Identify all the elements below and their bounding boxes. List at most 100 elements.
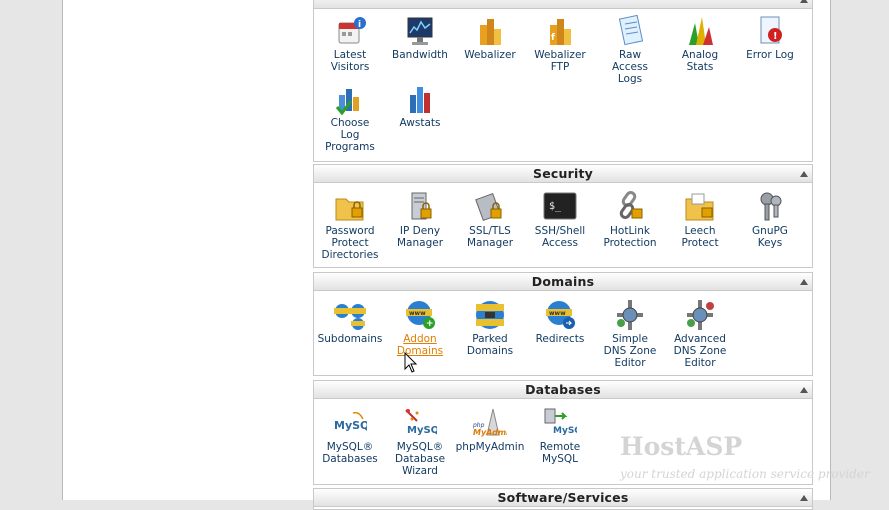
simple-dns-zone-editor-link[interactable]: Simple DNS Zone Editor: [595, 299, 665, 369]
hotlink-chain-icon: [619, 191, 643, 219]
watermark-brand: HostASP: [620, 432, 743, 461]
panel-title: Software/Services: [497, 490, 629, 505]
item-label: SSL/TLS Manager: [466, 225, 514, 249]
item-label: MySQL® Databases: [322, 441, 378, 465]
parked-domains-www-icon: [476, 301, 504, 329]
collapse-arrow-icon[interactable]: [800, 171, 808, 177]
latest-visitors-link[interactable]: i Latest Visitors: [315, 15, 385, 73]
raw-access-logs-icon: [618, 15, 644, 46]
awstats-link[interactable]: Awstats: [385, 83, 455, 129]
svg-text:MyAdmin: MyAdmin: [473, 428, 507, 437]
svg-text:+: +: [426, 319, 434, 329]
watermark-tagline: your trusted application service provide…: [620, 467, 870, 481]
item-label: Redirects: [535, 333, 585, 345]
collapse-arrow-icon[interactable]: [800, 279, 808, 285]
item-label: Raw Access Logs: [612, 49, 648, 85]
ssl-tls-icon: [475, 192, 502, 222]
item-label: Leech Protect: [681, 225, 719, 249]
ssh-shell-access-link[interactable]: $_ SSH/Shell Access: [525, 191, 595, 249]
svg-text:!: !: [773, 31, 778, 42]
item-label: Simple DNS Zone Editor: [603, 333, 657, 369]
svg-text:$_: $_: [549, 201, 562, 212]
parked-domains-link[interactable]: Parked Domains: [455, 299, 525, 357]
svg-text:www: www: [549, 310, 566, 317]
item-label: SSH/Shell Access: [534, 225, 586, 249]
collapse-arrow-icon[interactable]: [800, 0, 808, 3]
svg-text:i: i: [358, 20, 361, 30]
svg-text:MySQL: MySQL: [553, 426, 577, 436]
awstats-icon: [410, 87, 430, 113]
webalizer-ftp-icon: f: [550, 19, 571, 45]
item-label: Remote MySQL: [539, 441, 581, 465]
item-label: Password Protect Directories: [321, 225, 379, 261]
phpmyadmin-link[interactable]: php MyAdmin phpMyAdmin: [455, 407, 525, 453]
advanced-dns-zone-editor-link[interactable]: Advanced DNS Zone Editor: [665, 299, 735, 369]
error-log-link[interactable]: ! Error Log: [735, 15, 805, 61]
gnupg-keys-link[interactable]: GnuPG Keys: [735, 191, 805, 249]
remote-mysql-icon: MySQL: [544, 408, 577, 436]
item-label: Advanced DNS Zone Editor: [673, 333, 727, 369]
subdomains-link[interactable]: Subdomains: [315, 299, 385, 345]
svg-text:www: www: [409, 310, 426, 317]
ssl-tls-manager-link[interactable]: SSL/TLS Manager: [455, 191, 525, 249]
simple-dns-icon: [617, 300, 643, 330]
addon-domains-link[interactable]: www + Addon Domains: [385, 299, 455, 357]
webalizer-link[interactable]: Webalizer: [455, 15, 525, 61]
mysql-icon: MySQL: [334, 411, 367, 432]
webalizer-icon: [480, 19, 501, 45]
bandwidth-link[interactable]: Bandwidth: [385, 15, 455, 61]
collapse-arrow-icon[interactable]: [800, 495, 808, 501]
redirects-link[interactable]: www Redirects: [525, 299, 595, 345]
software-services-panel-header[interactable]: Software/Services: [314, 489, 812, 507]
item-label: Parked Domains: [466, 333, 514, 357]
panel-title: Domains: [531, 274, 595, 289]
logs-panel: i Latest Visitors Bandwidth Webalizer f …: [313, 0, 813, 162]
domains-panel-header[interactable]: Domains: [314, 273, 812, 291]
svg-text:MySQL: MySQL: [334, 419, 367, 432]
panel-title: Databases: [525, 382, 601, 397]
databases-panel-header[interactable]: Databases: [314, 381, 812, 399]
password-folder-icon: [335, 198, 364, 221]
item-label: Latest Visitors: [330, 49, 370, 73]
panel-title: Security: [533, 166, 593, 181]
item-label: Choose Log Programs: [325, 117, 375, 153]
svg-text:MySQL: MySQL: [407, 425, 437, 436]
analog-stats-icon: [689, 17, 713, 45]
mysql-databases-link[interactable]: MySQL MySQL® Databases: [315, 407, 385, 465]
ip-deny-manager-link[interactable]: IP Deny Manager: [385, 191, 455, 249]
remote-mysql-link[interactable]: MySQL Remote MySQL: [525, 407, 595, 465]
webalizer-ftp-link[interactable]: f Webalizer FTP: [525, 15, 595, 73]
addon-domains-www-icon: www +: [406, 301, 435, 329]
logs-panel-header: [314, 0, 812, 9]
ssh-terminal-icon: $_: [543, 192, 577, 220]
item-label: Subdomains: [317, 333, 383, 345]
item-label: Webalizer FTP: [534, 49, 586, 73]
item-label: MySQL® Database Wizard: [394, 441, 446, 477]
mouse-cursor-icon: [404, 352, 418, 373]
item-label: IP Deny Manager: [396, 225, 444, 249]
phpmyadmin-icon: php MyAdmin: [473, 408, 507, 437]
item-label: HotLink Protection: [603, 225, 657, 249]
item-label: Webalizer: [464, 49, 516, 61]
choose-log-programs-link[interactable]: Choose Log Programs: [315, 83, 385, 153]
leech-protect-link[interactable]: Leech Protect: [665, 191, 735, 249]
redirects-www-icon: www: [546, 301, 575, 329]
collapse-arrow-icon[interactable]: [800, 387, 808, 393]
choose-log-programs-icon: [335, 89, 359, 115]
leech-folder-icon: [685, 193, 714, 221]
mysql-database-wizard-link[interactable]: MySQL MySQL® Database Wizard: [385, 407, 455, 477]
item-label: GnuPG Keys: [752, 225, 788, 249]
hotlink-protection-link[interactable]: HotLink Protection: [595, 191, 665, 249]
password-protect-link[interactable]: Password Protect Directories: [315, 191, 385, 261]
domains-panel: Domains Subdomains www + Addon Domains P…: [313, 272, 813, 376]
advanced-dns-icon: [687, 300, 714, 330]
raw-access-logs-link[interactable]: Raw Access Logs: [595, 15, 665, 85]
item-label: Awstats: [399, 117, 441, 129]
analog-stats-link[interactable]: Analog Stats: [665, 15, 735, 73]
security-panel-header[interactable]: Security: [314, 165, 812, 183]
item-label: Bandwidth: [392, 49, 448, 61]
bandwidth-icon: [407, 17, 433, 45]
error-log-icon: !: [760, 16, 782, 44]
item-label: phpMyAdmin: [455, 441, 525, 453]
keys-icon: [760, 192, 782, 221]
